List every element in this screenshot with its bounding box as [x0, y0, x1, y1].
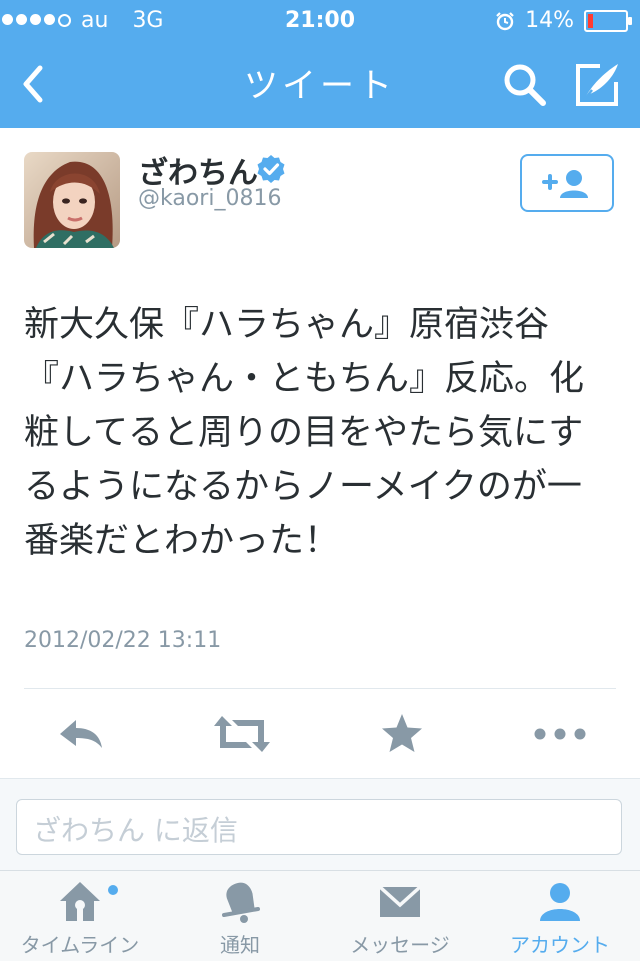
retweet-icon — [214, 716, 270, 752]
search-icon — [504, 64, 546, 106]
more-button[interactable] — [532, 710, 588, 758]
divider — [24, 688, 616, 689]
tab-label: 通知 — [220, 933, 260, 957]
retweet-button[interactable] — [212, 710, 272, 758]
tab-label: メッセージ — [350, 933, 450, 957]
reply-button[interactable] — [56, 710, 108, 758]
compose-icon — [576, 64, 618, 106]
favorite-button[interactable] — [378, 710, 426, 758]
tab-timeline[interactable]: タイムライン — [0, 871, 160, 961]
search-button[interactable] — [498, 58, 550, 110]
status-bar: au 3G 21:00 14% — [0, 0, 640, 40]
verified-badge-icon — [257, 155, 285, 183]
favorite-star-icon — [382, 714, 422, 752]
reply-icon — [60, 720, 102, 748]
tab-account[interactable]: アカウント — [480, 871, 640, 961]
user-handle[interactable]: @kaori_0816 — [138, 186, 281, 211]
profile-photo — [24, 152, 120, 248]
battery-level-fill — [588, 13, 593, 28]
add-user-icon — [542, 170, 588, 198]
alarm-icon — [496, 11, 514, 30]
tweet-actions — [0, 700, 640, 770]
reply-input[interactable]: ざわちん に返信 — [16, 799, 622, 855]
envelope-icon — [378, 885, 422, 917]
tweet-timestamp: 2012/02/22 13:11 — [24, 628, 222, 653]
more-icon — [534, 728, 586, 740]
tab-label: タイムライン — [20, 933, 140, 957]
person-icon — [540, 883, 580, 921]
avatar[interactable] — [24, 152, 120, 248]
compose-button[interactable] — [572, 60, 622, 110]
home-icon — [60, 882, 100, 921]
new-items-badge — [108, 885, 118, 895]
bell-icon — [222, 882, 260, 923]
tab-messages[interactable]: メッセージ — [320, 871, 480, 961]
header-bar: au 3G 21:00 14% ツイート — [0, 0, 640, 128]
tab-notifications[interactable]: 通知 — [160, 871, 320, 961]
tab-label: アカウント — [510, 933, 610, 957]
battery-icon — [584, 9, 632, 32]
navigation-bar: ツイート — [0, 40, 640, 128]
follow-button[interactable] — [520, 154, 614, 212]
tweet-text: 新大久保『ハラちゃん』原宿渋谷『ハラちゃん・ともちん』反応。化粧してると周りの目… — [24, 305, 585, 561]
battery-percent: 14% — [525, 8, 574, 33]
tab-bar: タイムライン 通知 メッセージ アカウント — [0, 870, 640, 961]
reply-bar: ざわちん に返信 — [0, 778, 640, 871]
